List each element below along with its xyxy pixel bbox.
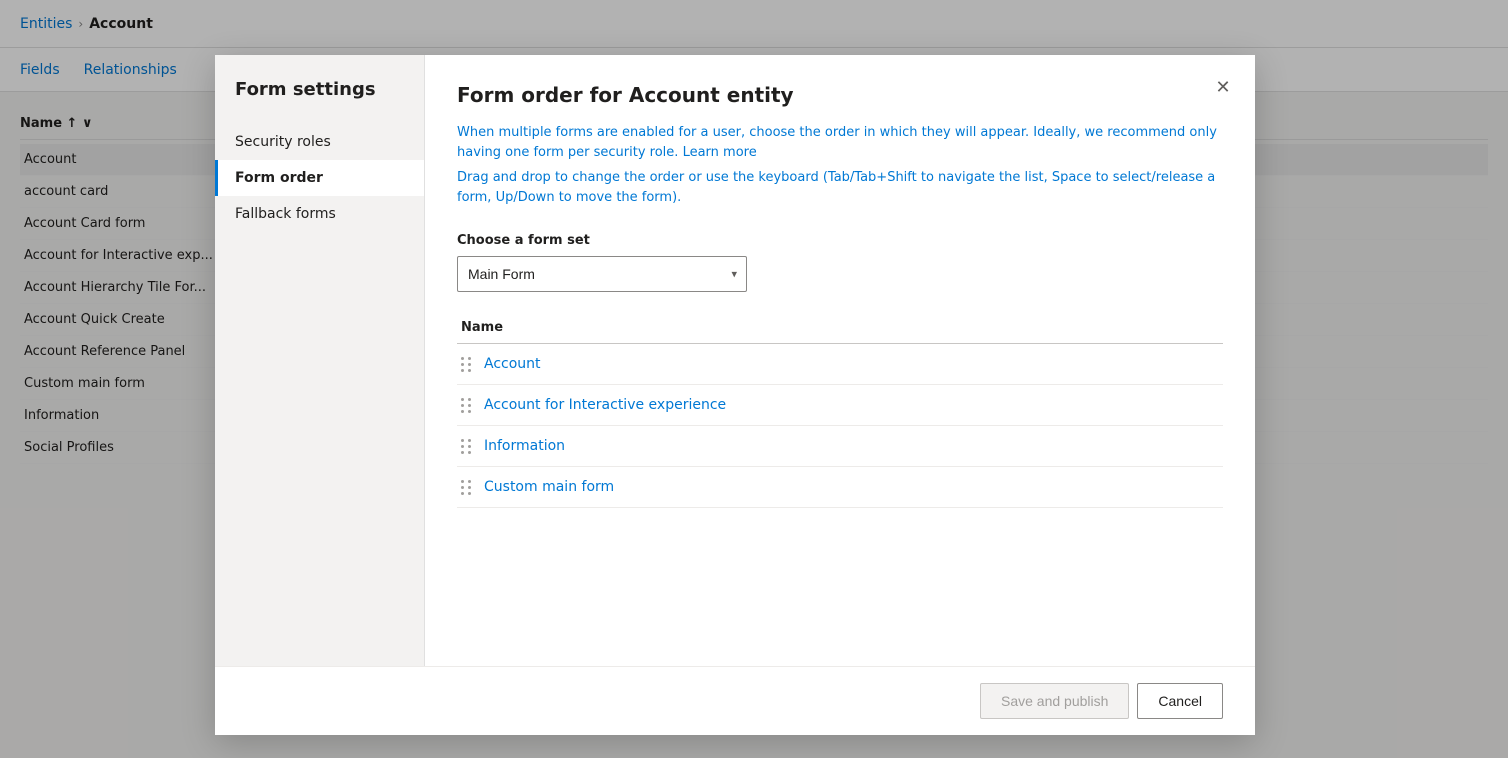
- dialog-title: Form order for Account entity: [457, 83, 1223, 107]
- sidebar-nav-security-roles[interactable]: Security roles: [215, 124, 424, 160]
- form-row-name[interactable]: Account for Interactive experience: [484, 397, 726, 413]
- learn-more-link[interactable]: Learn more: [683, 145, 757, 160]
- table-row[interactable]: Account: [457, 344, 1223, 385]
- table-row[interactable]: Information: [457, 426, 1223, 467]
- close-button[interactable]: ✕: [1207, 71, 1239, 103]
- form-row-name[interactable]: Information: [484, 438, 565, 454]
- table-row[interactable]: Custom main form: [457, 467, 1223, 508]
- dialog-description-line2: Drag and drop to change the order or use…: [457, 168, 1223, 207]
- forms-table-header: Name: [457, 312, 1223, 344]
- sidebar-nav-fallback-forms[interactable]: Fallback forms: [215, 196, 424, 232]
- dialog-footer: Save and publish Cancel: [215, 666, 1255, 735]
- drag-handle-icon[interactable]: [461, 480, 472, 495]
- dialog-body: Form settings Security roles Form order …: [215, 55, 1255, 666]
- form-row-name[interactable]: Account: [484, 356, 541, 372]
- form-set-select-wrapper: Main Form Quick Create Form Card Form ▾: [457, 256, 747, 292]
- drag-handle-icon[interactable]: [461, 357, 472, 372]
- dialog-content: ✕ Form order for Account entity When mul…: [425, 55, 1255, 666]
- drag-handle-icon[interactable]: [461, 439, 472, 454]
- form-set-select[interactable]: Main Form Quick Create Form Card Form: [457, 256, 747, 292]
- sidebar-title: Form settings: [215, 79, 424, 124]
- form-settings-dialog: Form settings Security roles Form order …: [215, 55, 1255, 735]
- form-set-label: Choose a form set: [457, 233, 1223, 248]
- dialog-sidebar: Form settings Security roles Form order …: [215, 55, 425, 666]
- save-and-publish-button[interactable]: Save and publish: [980, 683, 1129, 719]
- form-row-name[interactable]: Custom main form: [484, 479, 614, 495]
- sidebar-nav-form-order[interactable]: Form order: [215, 160, 424, 196]
- forms-table: Name Account: [457, 312, 1223, 638]
- table-row[interactable]: Account for Interactive experience: [457, 385, 1223, 426]
- cancel-button[interactable]: Cancel: [1137, 683, 1223, 719]
- drag-handle-icon[interactable]: [461, 398, 472, 413]
- dialog-description-line1: When multiple forms are enabled for a us…: [457, 123, 1223, 162]
